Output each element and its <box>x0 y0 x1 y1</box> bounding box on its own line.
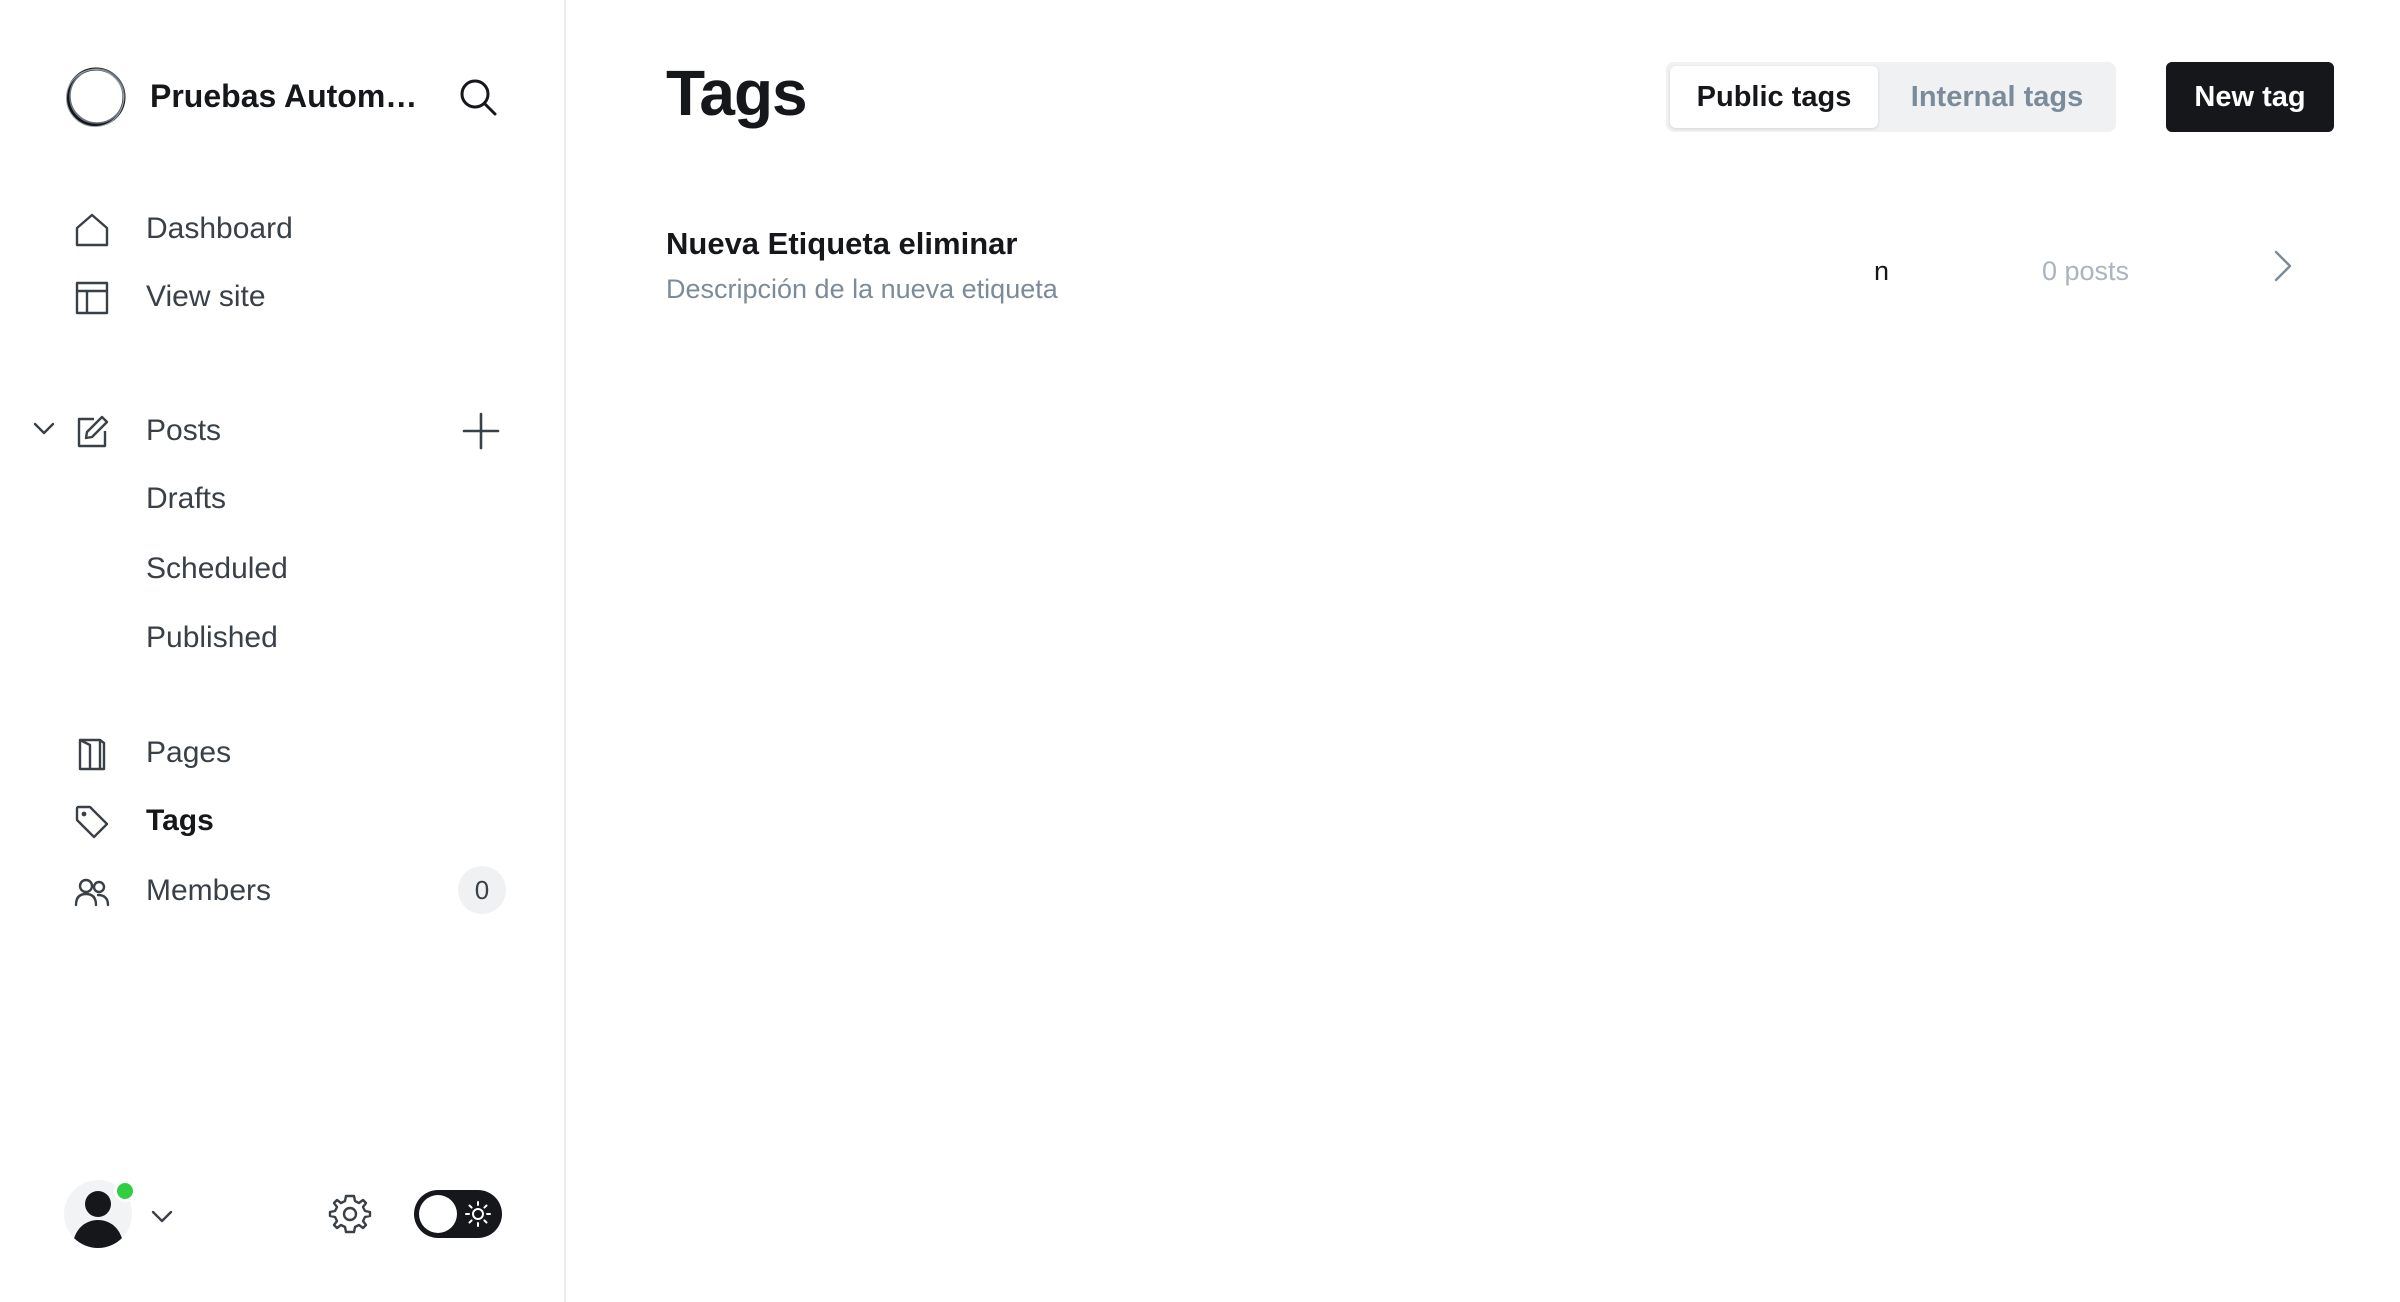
sidebar-item-label: View site <box>146 280 266 313</box>
sidebar-item-tags[interactable]: Tags <box>64 790 514 850</box>
gear-icon[interactable] <box>326 1190 374 1238</box>
app-window: Pruebas Automa... Dashboard View site Po… <box>0 0 2400 1302</box>
sidebar-item-label: Published <box>146 621 278 654</box>
tag-icon <box>74 804 110 840</box>
tab-internal-tags[interactable]: Internal tags <box>1882 66 2112 128</box>
sidebar-item-label: Members <box>146 874 272 907</box>
search-icon[interactable] <box>456 75 500 119</box>
sidebar-item-posts[interactable]: Posts <box>64 400 444 460</box>
sidebar-item-label: Scheduled <box>146 552 288 585</box>
edit-icon <box>74 414 110 450</box>
sun-icon <box>464 1200 492 1228</box>
online-status-indicator <box>114 1180 136 1202</box>
site-title[interactable]: Pruebas Automa... <box>150 78 426 115</box>
theme-toggle-knob <box>419 1195 457 1233</box>
members-icon <box>74 874 110 910</box>
site-logo-icon[interactable] <box>64 65 128 129</box>
layout-icon <box>74 280 110 316</box>
sidebar: Pruebas Automa... Dashboard View site Po… <box>0 0 566 1302</box>
tag-slug: n <box>1874 256 1890 286</box>
members-count-badge: 0 <box>458 866 506 914</box>
sidebar-item-label: Dashboard <box>146 212 293 245</box>
sidebar-item-pages[interactable]: Pages <box>64 722 514 782</box>
tag-type-switch: Public tags Internal tags <box>1666 62 2116 132</box>
main-content: Tags Public tags Internal tags New tag N… <box>566 0 2400 1302</box>
tag-name[interactable]: Nueva Etiqueta eliminar <box>666 226 1017 262</box>
chevron-down-icon[interactable] <box>30 414 58 442</box>
sidebar-item-label: Posts <box>146 414 222 447</box>
chevron-right-icon[interactable] <box>2262 246 2302 286</box>
new-tag-button[interactable]: New tag <box>2166 62 2334 132</box>
tab-public-tags[interactable]: Public tags <box>1670 66 1878 128</box>
home-icon <box>74 212 110 248</box>
site-header: Pruebas Automa... <box>64 64 504 130</box>
sidebar-item-label: Drafts <box>146 482 227 515</box>
page-title: Tags <box>666 57 808 129</box>
tag-post-count[interactable]: 0 posts <box>2042 256 2129 287</box>
sidebar-item-dashboard[interactable]: Dashboard <box>64 198 514 258</box>
tag-description: Descripción de la nueva etiqueta <box>666 274 1058 304</box>
chevron-down-icon[interactable] <box>148 1202 176 1230</box>
table-row[interactable]: Nueva Etiqueta eliminar Descripción de l… <box>666 212 2334 322</box>
add-post-button[interactable] <box>460 410 502 452</box>
page-icon <box>74 736 110 772</box>
theme-toggle[interactable] <box>414 1190 502 1238</box>
sidebar-item-label: Tags <box>146 804 214 837</box>
sidebar-item-members[interactable]: Members <box>64 860 514 920</box>
sidebar-item-view-site[interactable]: View site <box>64 266 514 326</box>
sidebar-item-label: Pages <box>146 736 232 769</box>
